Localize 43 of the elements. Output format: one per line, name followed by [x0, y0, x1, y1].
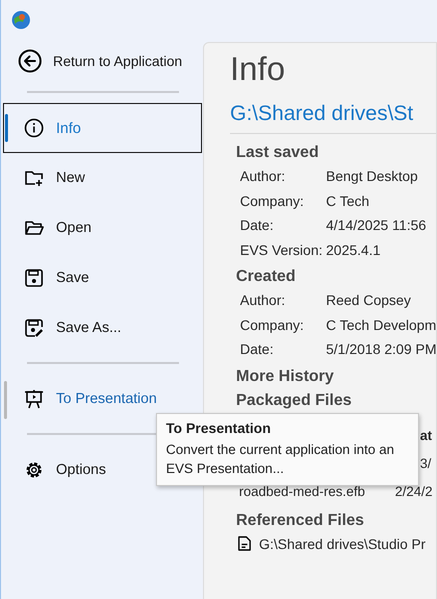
- property-label: Company:: [240, 316, 305, 335]
- section-heading: Referenced Files: [236, 510, 366, 530]
- section-heading: Created: [236, 267, 297, 287]
- section-heading: Last saved: [236, 143, 320, 163]
- file-path: G:\Shared drives\St: [230, 101, 414, 127]
- property-label: Date:: [240, 340, 274, 359]
- section-heading: Packaged Files: [236, 390, 353, 410]
- new-folder-icon: [24, 168, 44, 188]
- folder-icon: [24, 218, 44, 238]
- file-name: roadbed-med-res.efb: [239, 482, 366, 500]
- sidebar-item[interactable]: Info: [3, 103, 202, 153]
- property-value: Reed Copsey: [326, 291, 411, 310]
- property-value: 5/1/2018 2:09 PM: [326, 340, 436, 359]
- app-logo-icon: [11, 10, 31, 30]
- sidebar-item[interactable]: Save As...: [3, 303, 142, 353]
- settings-icon: [24, 460, 44, 480]
- property-label: Date:: [240, 216, 274, 235]
- sidebar-item[interactable]: Options: [3, 445, 127, 495]
- page-title: Info: [230, 49, 286, 89]
- property-label: EVS Version:: [240, 240, 324, 260]
- sidebar-item[interactable]: Open: [3, 203, 112, 253]
- property-value: C Tech Developm: [326, 316, 436, 335]
- referenced-file: G:\Shared drives\Studio Pr: [259, 534, 426, 554]
- file-date: 2/24/2: [395, 482, 433, 500]
- save-as-icon: [24, 318, 44, 338]
- property-value: 4/14/2025 11:56: [326, 216, 426, 235]
- property-label: Author:: [240, 291, 286, 310]
- section-heading: More History: [236, 366, 335, 386]
- property-label: Company:: [240, 192, 305, 211]
- column-header: at: [420, 426, 432, 444]
- file-date: 3/: [420, 454, 432, 472]
- property-value: Bengt Desktop: [326, 167, 418, 186]
- sidebar-item[interactable]: New: [3, 153, 106, 203]
- info-icon: [24, 118, 44, 138]
- return-button[interactable]: Return to Application: [3, 40, 198, 82]
- tooltip-text: Convert the current application into an EVS Presentation...: [166, 441, 396, 478]
- document-icon: [238, 536, 251, 552]
- easel-icon: [24, 389, 44, 409]
- property-value: 2025.4.1: [326, 240, 380, 260]
- save-icon: [24, 268, 44, 288]
- property-label: Author:: [240, 167, 286, 186]
- property-value: C Tech: [326, 192, 370, 210]
- sidebar-item[interactable]: Save: [3, 253, 110, 303]
